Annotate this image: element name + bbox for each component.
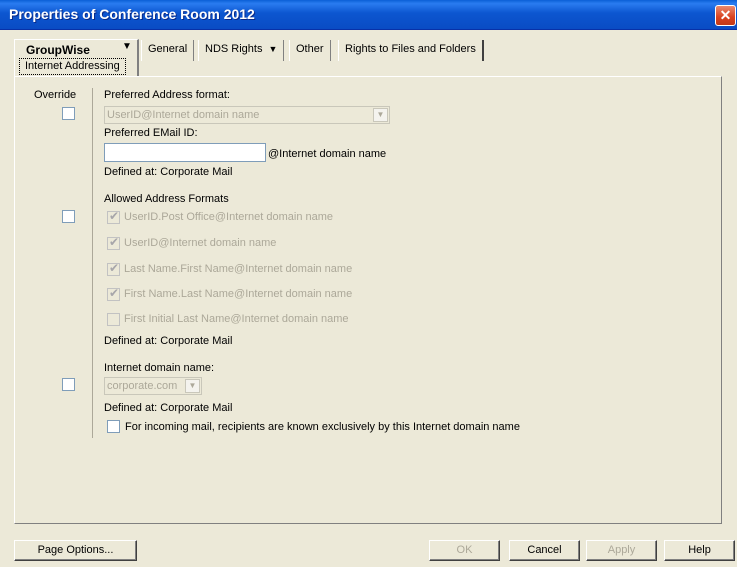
tab-general[interactable]: General (141, 40, 195, 61)
preferred-email-suffix: @Internet domain name (268, 148, 387, 160)
domain-name-defined-at: Defined at: Corporate Mail (104, 402, 233, 414)
allowed-format-checkbox-5[interactable] (107, 313, 120, 326)
tab-nds-rights[interactable]: NDS Rights ▼ (198, 40, 285, 61)
chevron-down-icon: ▼ (268, 44, 278, 54)
allowed-formats-defined-at: Defined at: Corporate Mail (104, 335, 233, 347)
close-button[interactable]: ✕ (715, 5, 736, 26)
checkmark-icon: ✔ (109, 261, 120, 275)
help-button[interactable]: Help (664, 540, 735, 561)
allowed-format-label-5: First Initial Last Name@Internet domain … (124, 313, 349, 325)
override-checkbox-allowed-formats[interactable] (62, 210, 75, 223)
tab-rights-files-folders[interactable]: Rights to Files and Folders (338, 40, 484, 61)
column-divider (92, 88, 93, 438)
chevron-down-icon: ▼ (185, 379, 200, 393)
allowed-format-checkbox-2[interactable]: ✔ (107, 235, 120, 250)
domain-name-select[interactable]: corporate.com ▼ (104, 377, 202, 395)
ok-button[interactable]: OK (429, 540, 500, 561)
apply-button[interactable]: Apply (586, 540, 657, 561)
preferred-format-select[interactable]: UserID@Internet domain name ▼ (104, 106, 390, 124)
checkmark-icon: ✔ (109, 209, 120, 223)
tab-general-label: General (148, 43, 188, 55)
window-title: Properties of Conference Room 2012 (9, 6, 255, 22)
exclusive-domain-checkbox[interactable] (107, 420, 120, 433)
tab-other-label: Other (296, 43, 324, 55)
allowed-format-checkbox-4[interactable]: ✔ (107, 286, 120, 301)
preferred-format-value: UserID@Internet domain name (107, 109, 260, 121)
tab-nds-rights-label: NDS Rights (205, 43, 263, 55)
domain-name-label: Internet domain name: (104, 362, 215, 374)
cancel-button[interactable]: Cancel (509, 540, 580, 561)
override-checkbox-preferred-format[interactable] (62, 107, 75, 120)
tab-rights-files-folders-label: Rights to Files and Folders (345, 43, 476, 55)
close-icon: ✕ (719, 7, 732, 23)
page-options-button[interactable]: Page Options... (14, 540, 137, 561)
override-checkbox-domain-name[interactable] (62, 378, 75, 391)
checkmark-icon: ✔ (109, 235, 120, 249)
subtab-internet-addressing[interactable]: Internet Addressing (19, 58, 126, 75)
allowed-format-checkbox-3[interactable]: ✔ (107, 261, 120, 276)
domain-name-value: corporate.com (107, 380, 178, 392)
allowed-format-label-4: First Name.Last Name@Internet domain nam… (124, 288, 353, 300)
preferred-email-label: Preferred EMail ID: (104, 127, 198, 139)
checkmark-icon: ✔ (109, 286, 120, 300)
exclusive-domain-label: For incoming mail, recipients are known … (125, 421, 520, 433)
chevron-down-icon: ▼ (373, 108, 388, 122)
title-bar: Properties of Conference Room 2012 ✕ (0, 0, 737, 30)
allowed-format-label-2: UserID@Internet domain name (124, 237, 277, 249)
tab-other[interactable]: Other (289, 40, 331, 61)
allowed-format-checkbox-1[interactable]: ✔ (107, 209, 120, 224)
allowed-format-label-3: Last Name.First Name@Internet domain nam… (124, 263, 353, 275)
chevron-down-icon: ▼ (122, 41, 132, 52)
allowed-formats-heading: Allowed Address Formats (104, 193, 229, 205)
preferred-format-label: Preferred Address format: (104, 89, 230, 101)
preferred-email-input[interactable] (104, 143, 266, 162)
tab-groupwise[interactable]: GroupWise ▼ Internet Addressing (14, 39, 139, 76)
tab-groupwise-label: GroupWise (26, 43, 90, 57)
allowed-format-label-1: UserID.Post Office@Internet domain name (124, 211, 334, 223)
preferred-email-defined-at: Defined at: Corporate Mail (104, 166, 233, 178)
override-label: Override (34, 89, 77, 101)
